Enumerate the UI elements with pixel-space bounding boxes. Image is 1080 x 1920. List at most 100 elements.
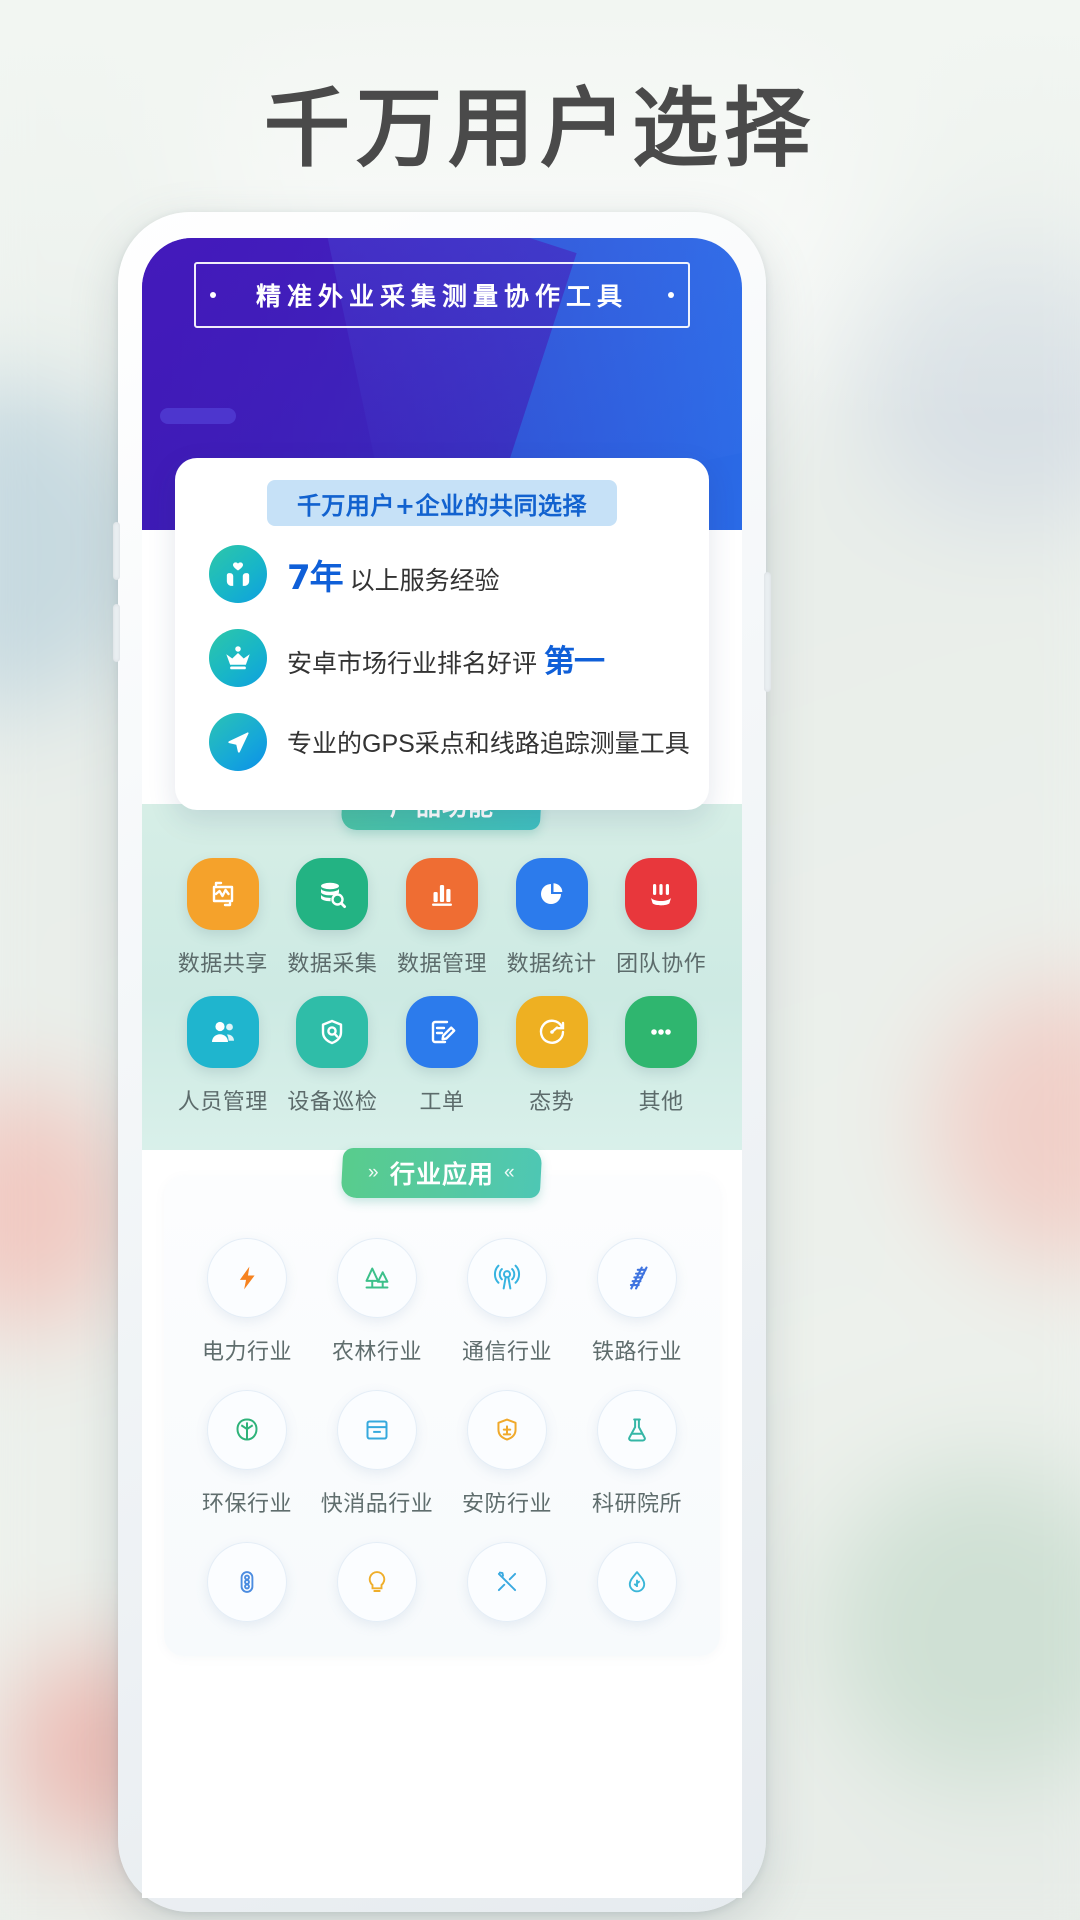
hero-dot-left-icon <box>210 292 216 298</box>
industry-item-railway[interactable]: 铁路行业 <box>572 1224 702 1366</box>
product-item-data-stats[interactable]: 数据统计 <box>497 858 607 978</box>
flask-icon <box>597 1390 677 1470</box>
feature-row: 安卓市场行业排名好评 第一 <box>175 616 709 700</box>
bar-chart-icon <box>405 858 478 930</box>
phone-screen: 精准外业采集测量协作工具 千万用户+企业的共同选择 7年 以上服务经验 安卓市场… <box>142 238 742 1898</box>
industry-application-badge: » 行业应用 « <box>341 1148 543 1198</box>
industry-item-fmcg[interactable]: 快消品行业 <box>312 1376 442 1518</box>
tools-cross-icon <box>467 1542 547 1622</box>
product-item-work-order[interactable]: 工单 <box>387 996 497 1116</box>
industry-application-badge-label: 行业应用 <box>389 1161 494 1189</box>
product-item-label: 其他 <box>638 1089 684 1114</box>
product-item-data-collect[interactable]: 数据采集 <box>278 858 388 978</box>
pie-chart-icon <box>515 858 588 930</box>
trees-icon <box>337 1238 417 1318</box>
feature-label: 专业的GPS采点和线路追踪测量工具 <box>287 730 690 758</box>
industry-item-label: 通信行业 <box>461 1339 552 1364</box>
industry-item-idea[interactable] <box>312 1528 442 1638</box>
traffic-light-icon <box>207 1542 287 1622</box>
industry-item-label: 安防行业 <box>461 1491 552 1516</box>
product-item-people-manage[interactable]: 人员管理 <box>168 996 278 1116</box>
industry-item-environment[interactable]: 环保行业 <box>182 1376 312 1518</box>
product-item-label: 数据统计 <box>506 951 597 976</box>
product-item-situation[interactable]: 态势 <box>497 996 607 1116</box>
hero-dot-right-icon <box>668 292 674 298</box>
phone-volume-down-button[interactable] <box>113 604 120 662</box>
product-item-other[interactable]: 其他 <box>606 996 716 1116</box>
feature-card-header-label: 千万用户+企业的共同选择 <box>296 491 588 520</box>
data-share-icon <box>186 858 259 930</box>
hero-dash-accent <box>160 408 236 424</box>
retail-box-icon <box>337 1390 417 1470</box>
hero-title: 精准外业采集测量协作工具 <box>255 283 628 311</box>
industry-item-water[interactable] <box>572 1528 702 1638</box>
eco-leaf-icon <box>207 1390 287 1470</box>
work-order-icon <box>405 996 478 1068</box>
crown-icon <box>209 629 267 687</box>
feature-highlight: 第一 <box>543 643 605 680</box>
product-item-team-collab[interactable]: 团队协作 <box>606 858 716 978</box>
hands-heart-icon <box>209 545 267 603</box>
signal-tower-icon <box>467 1238 547 1318</box>
product-item-data-manage[interactable]: 数据管理 <box>387 858 497 978</box>
feature-text: 安卓市场行业排名好评 第一 <box>287 636 605 681</box>
product-item-label: 数据共享 <box>177 951 268 976</box>
product-item-label: 数据管理 <box>396 951 487 976</box>
database-search-icon <box>296 858 369 930</box>
page-headline: 千万用户选择 <box>264 81 816 177</box>
product-item-label: 工单 <box>419 1089 465 1114</box>
phone-volume-up-button[interactable] <box>113 522 120 580</box>
industry-item-label: 快消品行业 <box>320 1491 434 1516</box>
industry-item-telecom[interactable]: 通信行业 <box>442 1224 572 1366</box>
feature-label: 以上服务经验 <box>342 566 500 595</box>
product-item-label: 数据采集 <box>287 951 378 976</box>
feature-highlight: 7年 <box>287 557 344 598</box>
industry-badge-wrapper: » 行业应用 « <box>164 1148 720 1198</box>
water-drop-icon <box>597 1542 677 1622</box>
security-shield-icon <box>467 1390 547 1470</box>
industry-item-security[interactable]: 安防行业 <box>442 1376 572 1518</box>
badge-left-chevron-icon: » <box>368 1162 380 1183</box>
product-item-label: 人员管理 <box>177 1089 268 1114</box>
feature-row: 7年 以上服务经验 <box>175 532 709 616</box>
lightning-bolt-icon <box>207 1238 287 1318</box>
feature-card-header: 千万用户+企业的共同选择 <box>267 480 617 526</box>
industry-item-label: 农林行业 <box>331 1339 422 1364</box>
industry-item-power[interactable]: 电力行业 <box>182 1224 312 1366</box>
more-dots-icon <box>625 996 698 1068</box>
product-function-grid: 数据共享 数据采集 数据管理 数据统计 团队协作 人员管理 设备巡检 工单 态势… <box>142 830 742 1116</box>
industry-card: » 行业应用 « 电力行业 农林行业 通信行业 铁路行业 环保行业 快消品行业 … <box>164 1148 720 1656</box>
industry-item-label: 科研院所 <box>591 1491 682 1516</box>
product-function-section: » 产品功能 « 数据共享 <box>142 768 742 1150</box>
railway-track-icon <box>597 1238 677 1318</box>
industry-grid: 电力行业 农林行业 通信行业 铁路行业 环保行业 快消品行业 安防行业 科研院所 <box>164 1224 720 1638</box>
feature-card: 千万用户+企业的共同选择 7年 以上服务经验 安卓市场行业排名好评 第一 专业的… <box>175 458 709 810</box>
shield-check-icon <box>296 996 369 1068</box>
badge-right-chevron-icon: « <box>504 1162 516 1183</box>
product-item-label: 团队协作 <box>616 951 707 976</box>
people-manage-icon <box>186 996 259 1068</box>
industry-item-traffic[interactable] <box>182 1528 312 1638</box>
feature-label: 安卓市场行业排名好评 <box>287 649 544 678</box>
industry-item-agriculture[interactable]: 农林行业 <box>312 1224 442 1366</box>
phone-mockup: 精准外业采集测量协作工具 千万用户+企业的共同选择 7年 以上服务经验 安卓市场… <box>113 212 771 1912</box>
product-item-data-share[interactable]: 数据共享 <box>168 858 278 978</box>
hero-title-box: 精准外业采集测量协作工具 <box>194 262 690 328</box>
industry-item-research[interactable]: 科研院所 <box>572 1376 702 1518</box>
phone-power-button[interactable] <box>764 572 771 692</box>
navigation-arrow-icon <box>209 713 267 771</box>
team-collab-icon <box>625 858 698 930</box>
product-item-device-inspect[interactable]: 设备巡检 <box>278 996 388 1116</box>
product-item-label: 态势 <box>529 1089 575 1114</box>
industry-item-label: 铁路行业 <box>591 1339 682 1364</box>
lightbulb-icon <box>337 1542 417 1622</box>
situation-gauge-icon <box>515 996 588 1068</box>
feature-text: 专业的GPS采点和线路追踪测量工具 <box>287 724 690 760</box>
industry-application-section: » 行业应用 « 电力行业 农林行业 通信行业 铁路行业 环保行业 快消品行业 … <box>142 1148 742 1656</box>
feature-row: 专业的GPS采点和线路追踪测量工具 <box>175 700 709 784</box>
industry-item-label: 环保行业 <box>201 1491 292 1516</box>
feature-text: 7年 以上服务经验 <box>287 550 500 599</box>
feature-card-wrapper: 千万用户+企业的共同选择 7年 以上服务经验 安卓市场行业排名好评 第一 专业的… <box>142 458 742 810</box>
industry-item-label: 电力行业 <box>201 1339 292 1364</box>
industry-item-tools[interactable] <box>442 1528 572 1638</box>
